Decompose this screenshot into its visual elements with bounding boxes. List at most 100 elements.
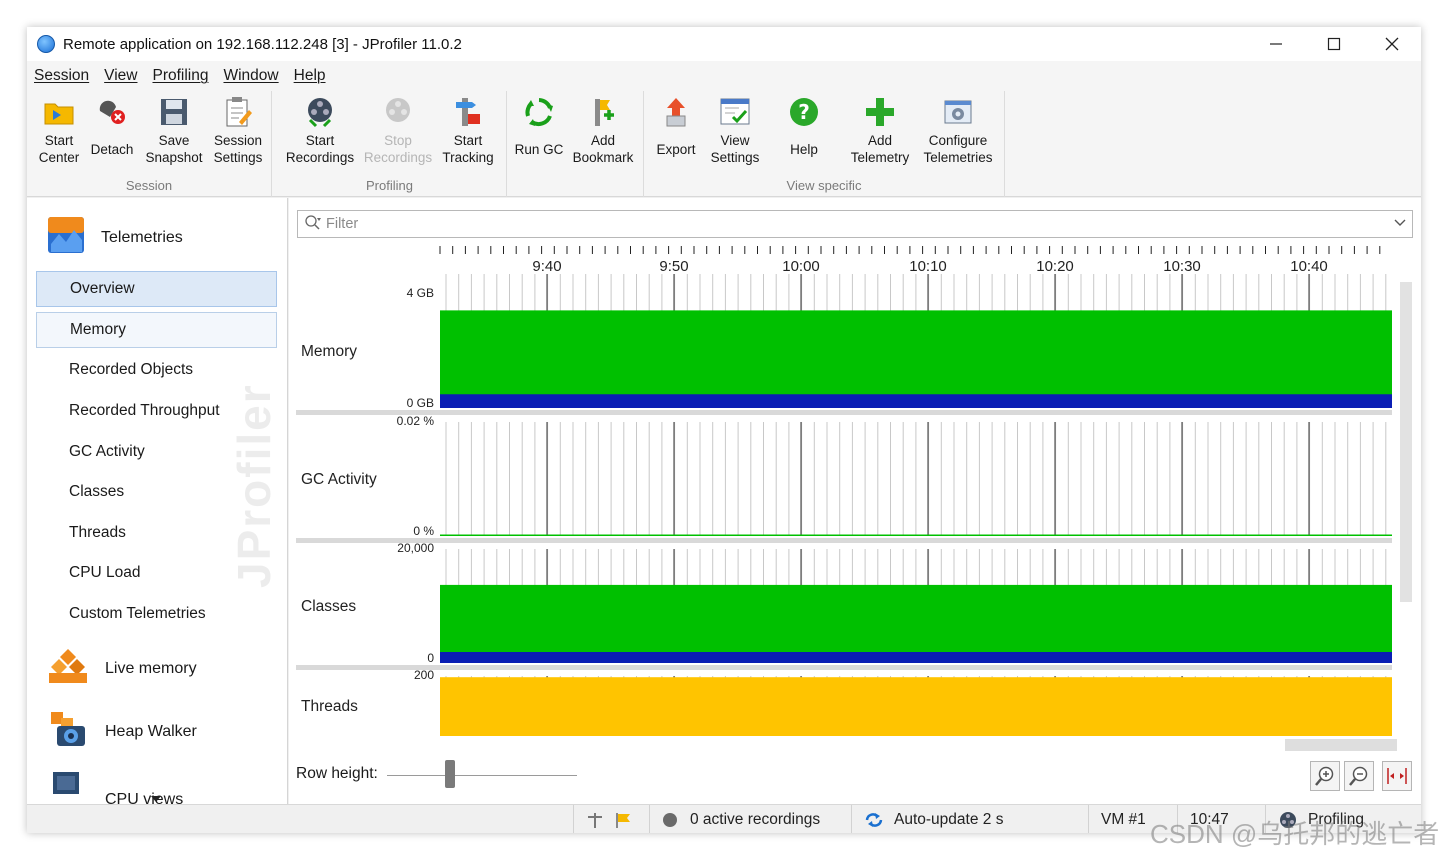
close-icon [1385,37,1399,51]
heap-walker-icon [47,710,89,753]
sidebar-item-overview[interactable]: Overview [36,271,277,307]
row-separator [296,665,1392,670]
sidebar-item-memory[interactable]: Memory [36,312,277,348]
maximize-button[interactable] [1305,27,1363,61]
jprofiler-logo-icon [37,35,55,53]
sidebar-item-custom-telemetries[interactable]: Custom Telemetries [36,596,277,632]
time-tick-label: 10:40 [1290,258,1328,275]
menu-help[interactable]: Help [294,67,326,85]
add-icon [863,95,897,129]
tracking-icon [451,95,485,129]
help-icon: ? [787,95,821,129]
series-area-gc [440,534,1392,536]
jprofiler-window: Remote application on 192.168.112.248 [3… [27,27,1421,833]
zoom-out-icon [1349,766,1368,786]
row-label-classes: Classes [301,598,357,615]
sidebar-item-recorded-throughput[interactable]: Recorded Throughput [36,393,277,429]
menu-window[interactable]: Window [223,67,278,85]
close-button[interactable] [1363,27,1421,61]
view-settings-icon [718,95,752,129]
menu-profiling[interactable]: Profiling [152,67,208,85]
start-recordings-button[interactable]: Start Recordings [286,95,354,173]
y-min-label: 0 [427,651,434,665]
help-button[interactable]: ? Help [772,95,836,173]
menu-bar: Session View Profiling Window Help [27,61,1421,91]
row-height-slider-track[interactable] [387,775,577,776]
group-label-session: Session [125,178,173,193]
sidebar: JProfiler Telemetries Overview Memory Re… [27,198,288,804]
sidebar-section-heap-walker[interactable]: Heap Walker [47,710,197,753]
search-icon [304,214,322,235]
folder-icon [42,95,76,129]
sidebar-item-threads[interactable]: Threads [36,515,277,551]
series-area-threads [440,677,1392,736]
fit-icon [1387,768,1407,784]
fit-to-window-button[interactable] [1382,761,1412,791]
toolbar-group-gc: Run GC Add Bookmark [507,91,644,197]
view-settings-button[interactable]: View Settings [703,95,767,173]
detach-icon [95,95,129,129]
series-area-committed [440,310,1392,408]
live-memory-icon [47,647,89,690]
status-bookmark-tools[interactable] [573,805,649,833]
sidebar-item-gc-activity[interactable]: GC Activity [36,434,277,470]
start-tracking-button[interactable]: Start Tracking [436,95,500,173]
configure-telemetries-button[interactable]: Configure Telemetries [923,95,993,173]
stop-recordings-button: Stop Recordings [364,95,432,173]
sidebar-more-arrow-icon[interactable] [151,790,161,804]
zoom-in-button[interactable] [1310,761,1340,791]
group-label-profiling: Profiling [366,178,413,193]
minimize-button[interactable] [1247,27,1305,61]
run-gc-button[interactable]: Run GC [507,95,571,173]
row-label-threads: Threads [301,698,358,715]
save-snapshot-button[interactable]: Save Snapshot [142,95,206,173]
film-reel-icon [303,95,337,129]
vertical-scrollbar[interactable] [1400,282,1412,602]
cpu-icon [47,770,89,804]
time-tick-label: 10:00 [782,258,820,275]
time-tick-label: 10:10 [909,258,947,275]
status-autoupdate[interactable]: Auto-update 2 s [851,805,1088,833]
stop-recordings-icon [381,95,415,129]
row-height-slider-thumb[interactable] [445,760,455,788]
sidebar-item-cpu-load[interactable]: CPU Load [36,555,277,591]
filter-field[interactable]: Filter [297,210,1413,238]
session-settings-button[interactable]: Session Settings [206,95,270,173]
time-tick-label: 9:50 [659,258,689,275]
svg-text:?: ? [798,100,810,124]
export-icon [659,95,693,129]
sidebar-header-telemetries[interactable]: Telemetries [47,216,183,259]
y-max-label: 200 [413,668,434,682]
menu-view[interactable]: View [104,67,137,85]
y-min-label: 0 GB [406,396,434,410]
telemetries-icon [47,216,85,259]
add-telemetry-button[interactable]: Add Telemetry [848,95,912,173]
sidebar-item-classes[interactable]: Classes [36,474,277,510]
title-bar: Remote application on 192.168.112.248 [3… [27,27,1421,61]
sidebar-section-live-memory[interactable]: Live memory [47,647,197,690]
menu-session[interactable]: Session [34,67,89,85]
y-max-label: 20,000 [397,541,434,555]
bookmark-icon [586,95,620,129]
detach-button[interactable]: Detach [80,95,144,173]
telemetry-chart-area[interactable]: 9:40 9:50 10:00 10:10 10:20 10:30 10:40 Memory 4… [296,246,1397,736]
add-bookmark-button[interactable]: Add Bookmark [571,95,635,173]
save-icon [157,95,191,129]
recording-dot-icon [663,812,677,827]
configure-icon [941,95,975,129]
row-label-gc-activity: GC Activity [301,471,377,488]
zoom-in-icon [1315,766,1334,786]
window-title: Remote application on 192.168.112.248 [3… [63,35,462,53]
horizontal-scrollbar[interactable] [1285,739,1397,751]
telemetry-charts [296,246,1392,736]
export-button[interactable]: Export [644,95,708,173]
chevron-down-icon[interactable] [1394,216,1406,231]
toolbar-group-profiling: Start Recordings Stop Recordings Start T… [272,91,507,197]
sidebar-item-recorded-objects[interactable]: Recorded Objects [36,352,277,388]
recycle-icon [522,95,556,129]
csdn-watermark: CSDN @乌托邦的逃亡者 [1150,819,1440,849]
sidebar-section-cpu-views[interactable]: CPU views [47,770,183,804]
zoom-out-button[interactable] [1344,761,1374,791]
filter-placeholder: Filter [326,216,359,232]
time-tick-label: 10:30 [1163,258,1201,275]
